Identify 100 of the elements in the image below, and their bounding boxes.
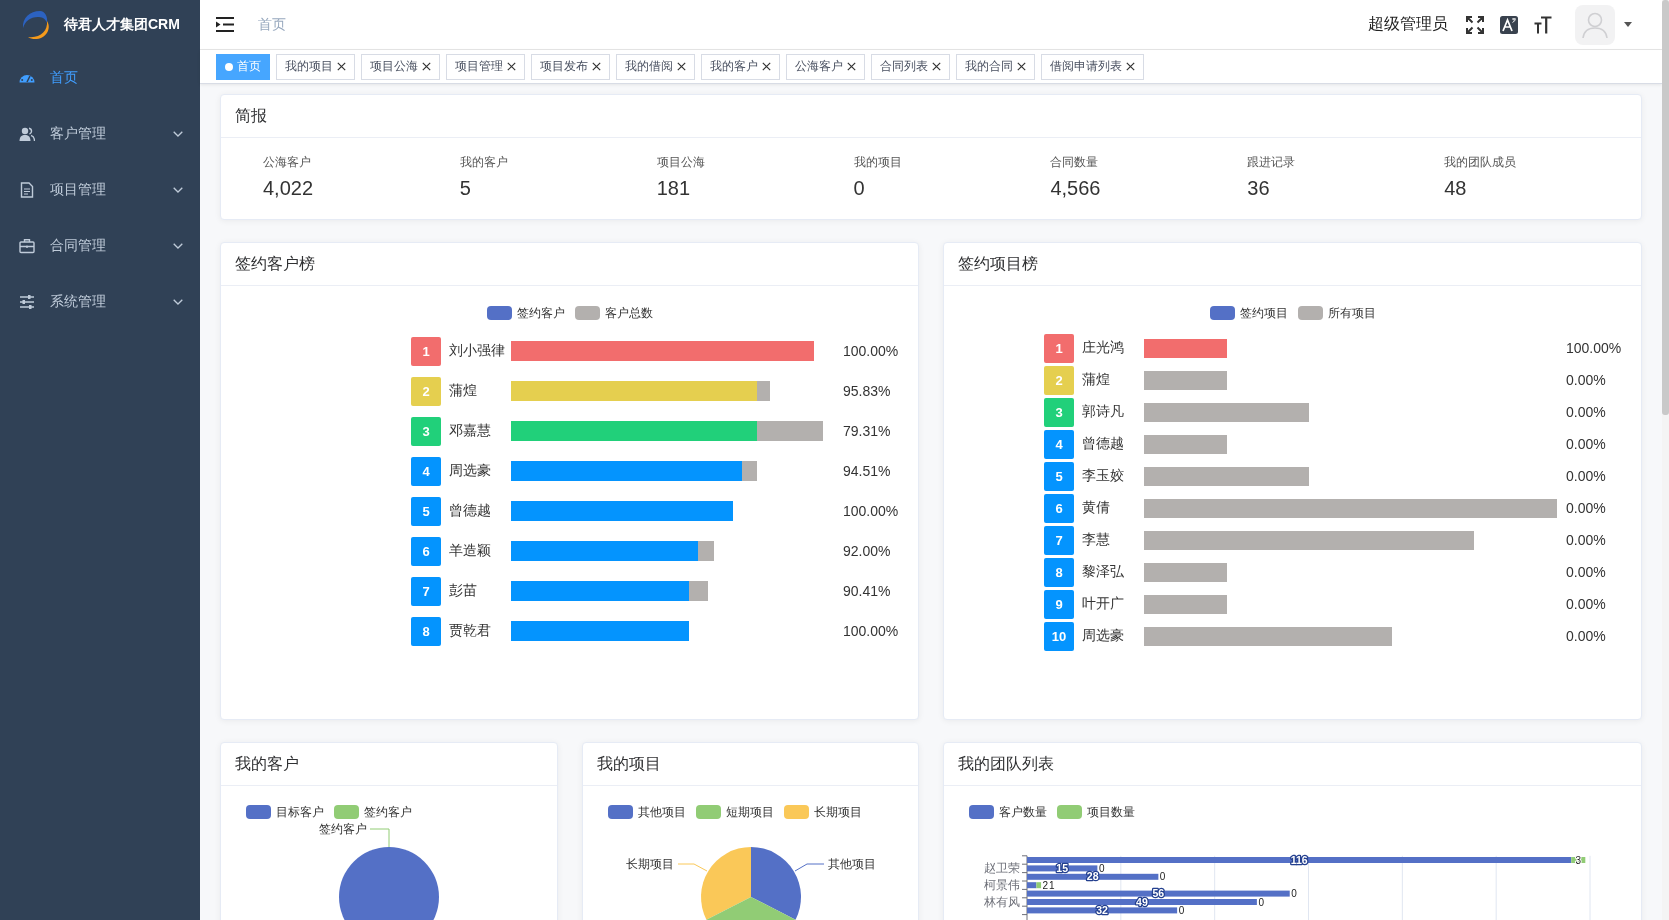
close-icon[interactable] xyxy=(762,62,771,71)
close-icon[interactable] xyxy=(1126,62,1135,71)
close-icon[interactable] xyxy=(847,62,856,71)
tab-tag[interactable]: 合同列表 xyxy=(871,53,950,80)
data-label: 0 xyxy=(1258,896,1264,908)
legend-label[interactable]: 其他项目 xyxy=(637,803,686,821)
menu-item[interactable]: 项目管理 xyxy=(0,162,200,218)
rank-badge: 5 xyxy=(411,496,441,526)
data-label: 2 xyxy=(1042,879,1049,891)
username-text[interactable]: 超级管理员 xyxy=(1368,14,1448,35)
project-count-bar[interactable] xyxy=(1571,857,1586,863)
close-icon[interactable] xyxy=(932,62,941,71)
tab-tag[interactable]: 项目公海 xyxy=(361,53,440,80)
legend-swatch-icon[interactable] xyxy=(607,805,633,819)
scrollbar-thumb[interactable] xyxy=(1662,0,1669,415)
customer-name: 周选豪 xyxy=(449,462,492,480)
chevron-down-icon xyxy=(173,187,183,193)
fullscreen-icon[interactable] xyxy=(1466,15,1484,34)
card-title: 我的项目 xyxy=(596,753,661,774)
person-name: 李玉姣 xyxy=(1082,467,1125,485)
legend-label[interactable]: 项目数量 xyxy=(1087,803,1135,821)
tab-tag[interactable]: 项目管理 xyxy=(446,53,525,80)
data-label: 1 xyxy=(1049,879,1055,891)
legend-swatch-icon[interactable] xyxy=(246,805,271,819)
legend-label[interactable]: 目标客户 xyxy=(276,803,324,821)
legend-swatch-icon[interactable] xyxy=(1297,306,1323,320)
rank-badge: 6 xyxy=(411,536,441,566)
person-name: 周选豪 xyxy=(1082,627,1125,645)
legend-swatch-icon[interactable] xyxy=(334,805,359,819)
stat-label: 我的项目 xyxy=(853,154,902,170)
legend-swatch-icon[interactable] xyxy=(486,306,512,320)
stat-value: 4,566 xyxy=(1050,176,1101,200)
stat-value: 36 xyxy=(1247,176,1270,200)
tab-tag[interactable]: 借阅申请列表 xyxy=(1041,53,1144,80)
caret-icon[interactable] xyxy=(1624,22,1632,27)
customer-count-bar[interactable] xyxy=(1027,873,1159,880)
breadcrumb-text: 首页 xyxy=(258,15,286,34)
close-icon[interactable] xyxy=(677,62,686,71)
stat-label: 我的团队成员 xyxy=(1444,154,1517,170)
pie-slice[interactable] xyxy=(339,847,439,920)
rank-badge: 7 xyxy=(411,576,441,606)
legend-label[interactable]: 客户数量 xyxy=(999,803,1047,821)
close-icon[interactable] xyxy=(592,62,601,71)
percent-label: 0.00% xyxy=(1566,468,1606,484)
users-icon xyxy=(19,126,35,142)
language-icon[interactable] xyxy=(1500,15,1518,34)
close-icon[interactable] xyxy=(337,62,346,71)
sliders-icon xyxy=(19,294,35,310)
customer-name: 彭苗 xyxy=(449,582,478,600)
tab-tag[interactable]: 我的客户 xyxy=(701,53,780,80)
close-icon[interactable] xyxy=(422,62,431,71)
pie-slice[interactable] xyxy=(750,847,801,920)
rank-badge: 6 xyxy=(1044,493,1074,523)
percent-label: 92.00% xyxy=(843,543,891,559)
person-name: 黄倩 xyxy=(1082,499,1111,517)
close-icon[interactable] xyxy=(507,62,516,71)
customer-count-bar[interactable] xyxy=(1027,907,1178,914)
stat-value: 181 xyxy=(656,176,691,200)
tab-tag[interactable]: 项目发布 xyxy=(531,53,610,80)
legend-label[interactable]: 客户总数 xyxy=(604,304,653,322)
pie-slice[interactable] xyxy=(705,897,796,920)
legend-label[interactable]: 所有项目 xyxy=(1327,304,1376,322)
legend-swatch-icon[interactable] xyxy=(1057,805,1082,819)
legend-swatch-icon[interactable] xyxy=(969,805,994,819)
tab-tag[interactable]: 我的借阅 xyxy=(616,53,695,80)
legend-swatch-icon[interactable] xyxy=(695,805,721,819)
menu-item[interactable]: 客户管理 xyxy=(0,106,200,162)
legend-label[interactable]: 签约项目 xyxy=(1239,304,1288,322)
menu-item[interactable]: 合同管理 xyxy=(0,218,200,274)
data-label: 32 xyxy=(1096,904,1108,916)
total-bar xyxy=(698,541,714,561)
customer-name: 曾德越 xyxy=(449,502,492,520)
rank-badge: 8 xyxy=(411,616,441,646)
rank-badge: 2 xyxy=(1044,365,1074,395)
percent-label: 100.00% xyxy=(843,623,899,639)
customer-name: 邓嘉慧 xyxy=(449,422,492,440)
customer-name: 刘小强律 xyxy=(449,342,506,360)
legend-swatch-icon[interactable] xyxy=(574,306,600,320)
menu-item[interactable]: 首页 xyxy=(0,50,200,106)
legend-swatch-icon[interactable] xyxy=(1209,306,1235,320)
legend-label[interactable]: 签约客户 xyxy=(364,803,412,821)
percent-label: 100.00% xyxy=(843,343,899,359)
close-icon[interactable] xyxy=(1017,62,1026,71)
text-size-icon[interactable] xyxy=(1534,15,1552,34)
stat-label: 合同数量 xyxy=(1050,154,1099,170)
legend-label[interactable]: 签约客户 xyxy=(516,304,565,322)
tab-tag[interactable]: 公海客户 xyxy=(786,53,865,80)
legend-label[interactable]: 长期项目 xyxy=(813,803,862,821)
stat-value: 4,022 xyxy=(263,176,314,200)
menu-item[interactable]: 系统管理 xyxy=(0,274,200,330)
legend-swatch-icon[interactable] xyxy=(783,805,809,819)
tab-tag[interactable]: 我的合同 xyxy=(956,53,1035,80)
legend-label[interactable]: 短期项目 xyxy=(725,803,774,821)
tab-tag[interactable]: 我的项目 xyxy=(276,53,355,80)
rank-badge: 10 xyxy=(1044,621,1074,651)
slice-label: 长期项目 xyxy=(625,857,674,871)
slice-label: 其他项目 xyxy=(827,857,876,871)
menu-icon[interactable] xyxy=(216,17,234,32)
y-axis xyxy=(1021,855,1028,920)
percent-label: 100.00% xyxy=(1566,340,1622,356)
